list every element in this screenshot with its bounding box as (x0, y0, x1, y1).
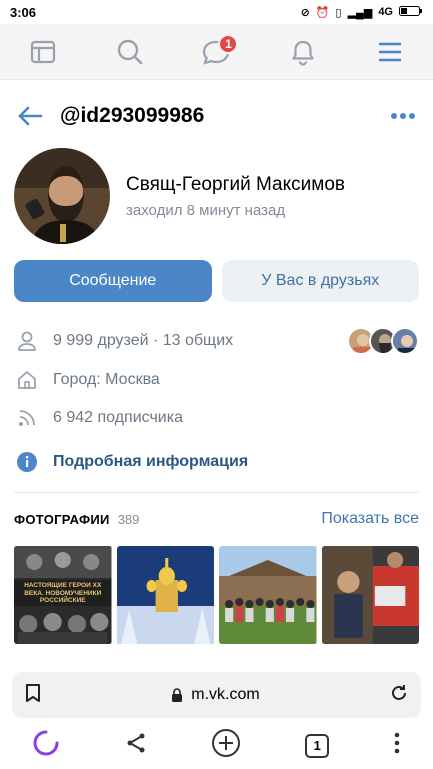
mutual-friends-avatars (347, 327, 419, 355)
notifications-tab[interactable] (281, 30, 325, 74)
news-tab[interactable] (21, 30, 65, 74)
url-text: m.vk.com (191, 686, 260, 703)
tabs-counter[interactable]: 1 (305, 733, 330, 758)
message-button[interactable]: Сообщение (14, 260, 212, 302)
battery-icon (399, 5, 423, 20)
lock-icon (172, 688, 183, 702)
alice-assistant-icon[interactable] (32, 729, 60, 762)
avatar (391, 327, 419, 355)
browser-menu-icon[interactable] (393, 731, 401, 760)
home-icon (14, 367, 40, 393)
vibrate-icon: ▯ (335, 6, 342, 19)
bookmark-icon[interactable] (24, 683, 42, 708)
messages-badge: 1 (218, 33, 239, 54)
network-type: 4G (378, 6, 393, 18)
more-dots-icon (391, 113, 415, 119)
divider (14, 492, 419, 493)
signal-icon: ▂▄▆ (347, 6, 373, 19)
status-icons: ⊘ ⏰ ▯ ▂▄▆ 4G (301, 5, 423, 20)
info-icon (14, 449, 40, 475)
bell-icon (292, 40, 314, 66)
browser-address-bar[interactable]: m.vk.com (12, 672, 421, 718)
avatar[interactable] (14, 148, 110, 244)
friends-count: 9 999 друзей · 13 общих (53, 332, 234, 349)
photo-thumbnail[interactable] (116, 546, 214, 644)
page-title: @id293099986 (60, 104, 205, 127)
show-all-photos-link[interactable]: Показать все (321, 510, 419, 528)
photos-header: ФОТОГРАФИИ 389 Показать все (14, 506, 419, 532)
person-icon (14, 328, 40, 354)
details-link: Подробная информация (53, 453, 249, 470)
more-button[interactable] (373, 94, 433, 138)
city-text: Город: Москва (53, 371, 160, 388)
online-status: заходил 8 минут назад (126, 201, 286, 219)
photos-title: ФОТОГРАФИИ (14, 511, 110, 527)
profile-name: Свящ-Георгий Максимов (126, 173, 345, 195)
dnd-icon: ⊘ (300, 6, 310, 19)
search-icon (117, 39, 143, 64)
friends-row[interactable]: 9 999 друзей · 13 общих (14, 325, 419, 357)
back-button[interactable] (0, 94, 60, 138)
status-bar: 3:06 ⊘ ⏰ ▯ ▂▄▆ 4G (0, 0, 433, 24)
share-icon[interactable] (124, 731, 148, 760)
details-row[interactable]: Подробная информация (14, 446, 419, 478)
photo-caption: НАСТОЯЩИЕ ГЕРОИ XX ВЕКА. НОВОМУЧЕНИКИ РО… (24, 582, 102, 604)
photos-count: 389 (117, 511, 140, 527)
top-navigation: 1 (0, 24, 433, 80)
profile-info: Свящ-Георгий Максимов заходил 8 минут на… (126, 174, 345, 219)
new-tab-icon[interactable] (211, 728, 241, 763)
rss-icon (14, 405, 40, 431)
followers-count: 6 942 подписчика (53, 409, 183, 426)
search-tab[interactable] (108, 30, 152, 74)
city-row: Город: Москва (14, 364, 419, 396)
browser-bottom-bar: 1 (0, 722, 433, 769)
back-arrow-icon (18, 106, 43, 126)
status-time: 3:06 (10, 4, 37, 20)
friend-status-button[interactable]: У Вас в друзьях (221, 260, 419, 302)
page-header: @id293099986 (0, 94, 433, 138)
followers-row[interactable]: 6 942 подписчика (14, 402, 419, 434)
menu-icon (378, 42, 401, 61)
news-icon (31, 40, 56, 63)
menu-tab[interactable] (368, 30, 412, 74)
url-display: m.vk.com (42, 686, 389, 704)
photo-thumbnail[interactable] (219, 546, 317, 644)
reload-icon[interactable] (389, 683, 409, 708)
profile-summary: Свящ-Георгий Максимов заходил 8 минут на… (14, 148, 419, 244)
alarm-icon: ⏰ (315, 6, 330, 19)
photo-thumbnail[interactable] (321, 546, 419, 644)
profile-actions: Сообщение У Вас в друзьях (14, 260, 419, 302)
messages-tab[interactable]: 1 (194, 30, 239, 74)
photos-strip: НАСТОЯЩИЕ ГЕРОИ XX ВЕКА. НОВОМУЧЕНИКИ РО… (14, 546, 419, 644)
photo-thumbnail[interactable]: НАСТОЯЩИЕ ГЕРОИ XX ВЕКА. НОВОМУЧЕНИКИ РО… (14, 546, 112, 644)
